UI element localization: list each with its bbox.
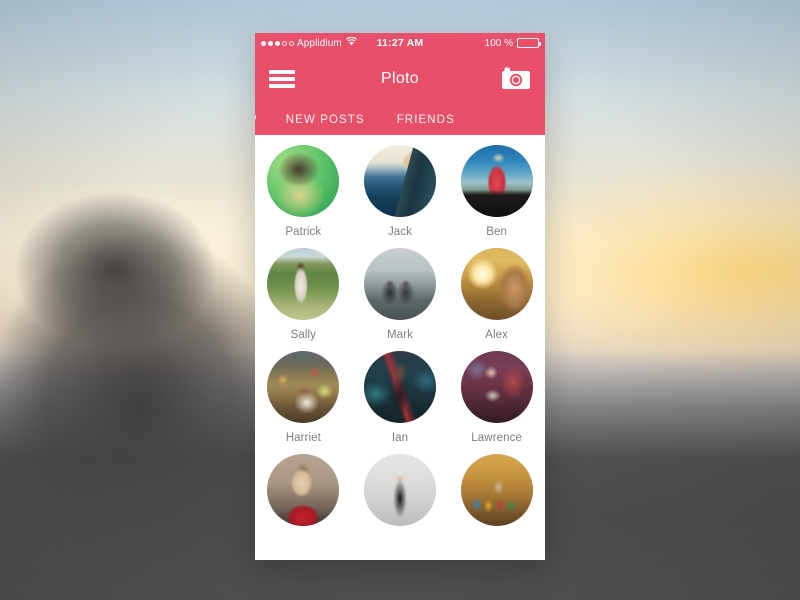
friend-cell-harriet[interactable]: Harriet	[261, 351, 345, 444]
avatar[interactable]	[267, 145, 340, 217]
friend-cell-partial-3[interactable]	[455, 454, 539, 526]
avatar[interactable]	[267, 454, 340, 526]
friends-row-partial	[255, 454, 545, 526]
avatar[interactable]	[267, 351, 340, 423]
friend-cell-partial-2[interactable]	[358, 454, 442, 526]
battery-percent-label: 100 %	[484, 37, 513, 49]
friend-cell-sally[interactable]: Sally	[261, 248, 345, 341]
hamburger-menu-icon[interactable]	[269, 70, 295, 88]
friends-grid[interactable]: Patrick Jack Ben Sally Mark Alex Harriet…	[255, 135, 545, 560]
avatar[interactable]	[363, 248, 436, 320]
tab-new-posts[interactable]: NEW POSTS	[270, 114, 381, 126]
status-bar: Applidium 11:27 AM 100 %	[255, 33, 545, 53]
avatar[interactable]	[460, 351, 533, 423]
tab-strip[interactable]: P NEW POSTS FRIENDS	[255, 105, 545, 135]
friend-cell-alex[interactable]: Alex	[455, 248, 539, 341]
friends-row: Harriet Ian Lawrence	[255, 351, 545, 444]
friend-cell-ian[interactable]: Ian	[358, 351, 442, 444]
tab-item-clipped[interactable]: P	[255, 114, 270, 126]
friend-name: Mark	[387, 329, 413, 341]
friend-name: Patrick	[285, 226, 322, 238]
friend-cell-patrick[interactable]: Patrick	[261, 145, 345, 238]
friend-cell-ben[interactable]: Ben	[455, 145, 539, 238]
avatar[interactable]	[460, 454, 533, 526]
avatar[interactable]	[363, 145, 436, 217]
friends-row: Patrick Jack Ben	[255, 145, 545, 238]
camera-icon[interactable]	[501, 67, 531, 91]
friends-row: Sally Mark Alex	[255, 248, 545, 341]
friend-name: Jack	[387, 226, 412, 238]
status-bar-right: 100 %	[484, 37, 541, 49]
friend-cell-lawrence[interactable]: Lawrence	[455, 351, 539, 444]
phone-screen: Applidium 11:27 AM 100 % Ploto NEW POSTS…	[255, 33, 545, 560]
avatar[interactable]	[460, 145, 533, 217]
friend-name: Lawrence	[471, 432, 522, 444]
friend-cell-mark[interactable]: Mark	[358, 248, 442, 341]
avatar[interactable]	[267, 248, 340, 320]
friend-name: Alex	[485, 329, 509, 341]
avatar[interactable]	[460, 248, 533, 320]
friend-name: Sally	[290, 329, 317, 341]
friend-cell-partial-1[interactable]	[261, 454, 345, 526]
avatar[interactable]	[363, 454, 436, 526]
avatar[interactable]	[363, 351, 436, 423]
friend-name: Harriet	[285, 432, 321, 444]
friend-name: Ben	[486, 226, 508, 238]
nav-bar: Ploto	[255, 53, 545, 105]
friend-cell-jack[interactable]: Jack	[358, 145, 442, 238]
tab-friends[interactable]: FRIENDS	[381, 114, 471, 126]
battery-full-icon	[517, 38, 541, 48]
friend-name: Ian	[391, 432, 409, 444]
